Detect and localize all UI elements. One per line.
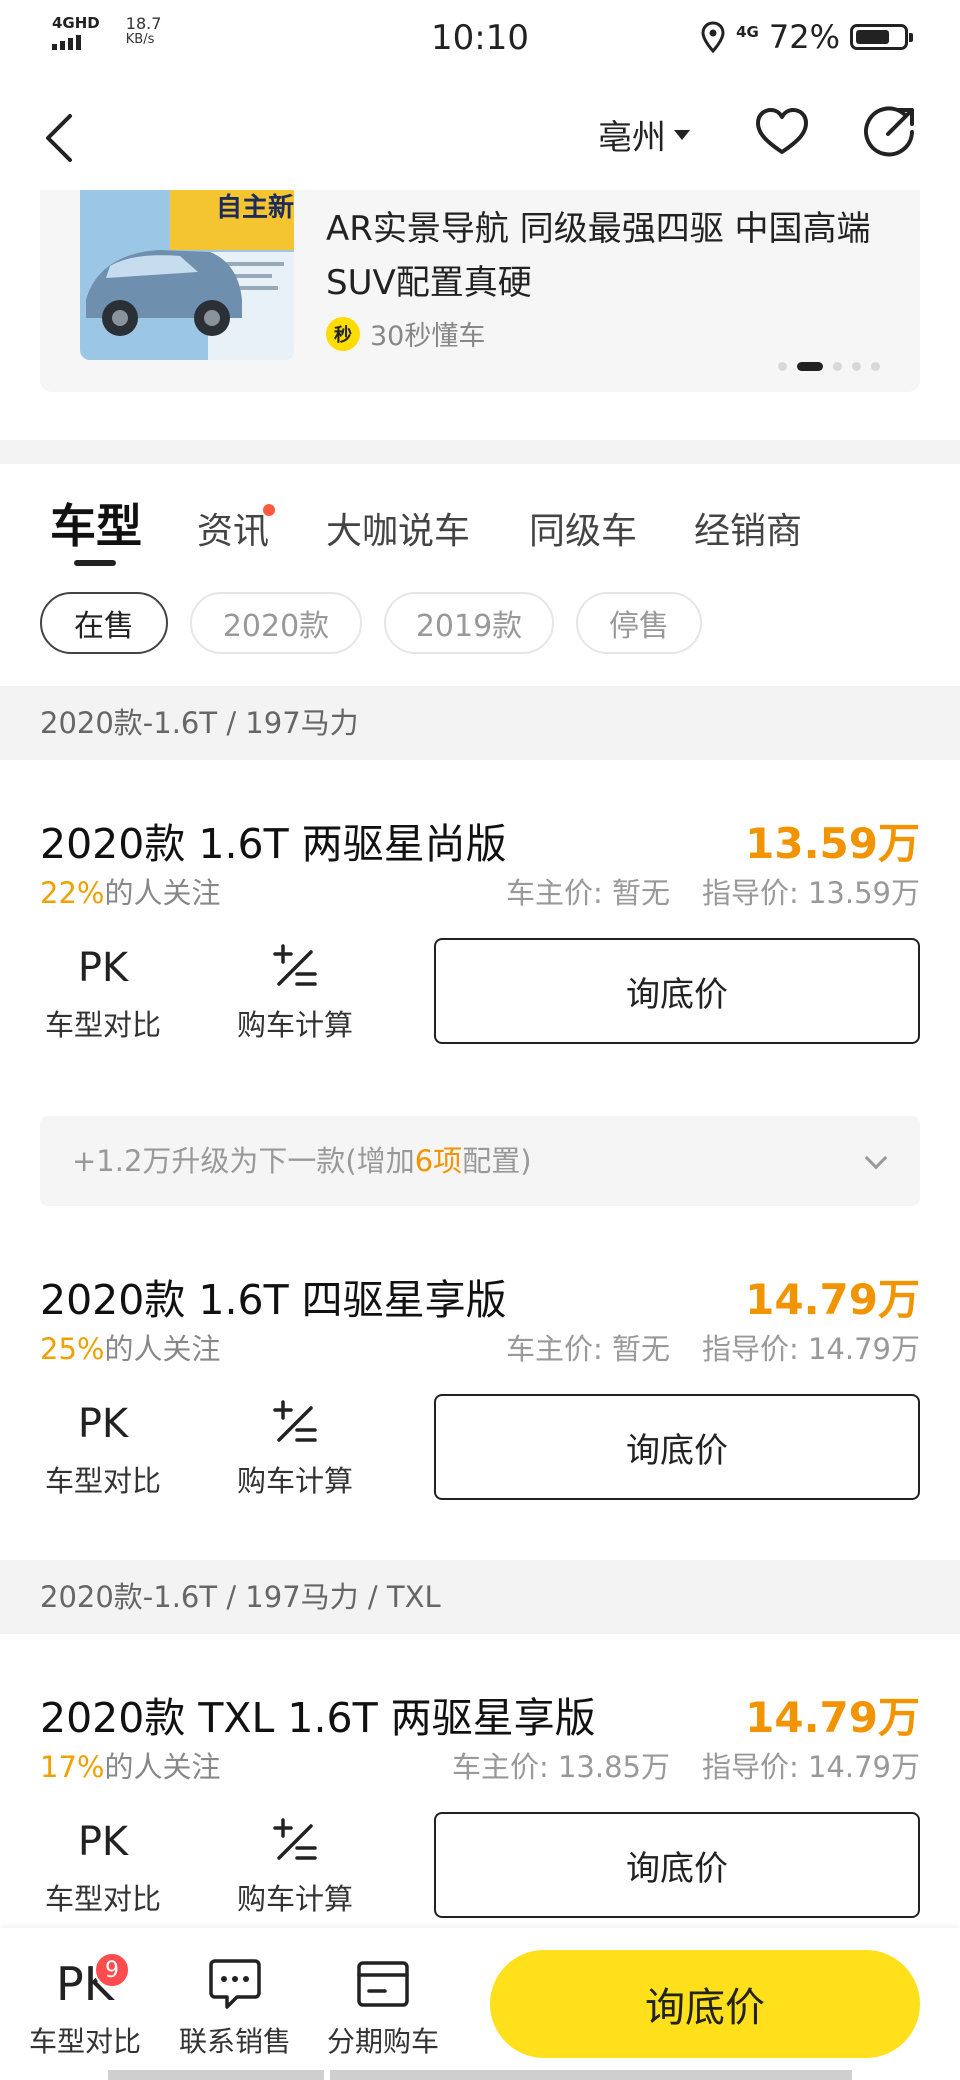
share-button[interactable] xyxy=(860,102,920,162)
battery-percent: 72% xyxy=(768,18,840,56)
group-header: 2020款-1.6T / 197马力 xyxy=(0,686,960,760)
city-label: 亳州 xyxy=(598,118,666,158)
chevron-down-icon xyxy=(864,1146,888,1170)
calculator-button[interactable]: 购车计算 xyxy=(230,1396,360,1500)
attention-text: 25%的人关注 xyxy=(40,1332,221,1366)
compare-button[interactable]: PK 车型对比 xyxy=(38,1814,168,1918)
svg-text:自主新标: 自主新标 xyxy=(216,192,294,223)
nav-indicator xyxy=(330,2070,852,2080)
tab-expert-reviews[interactable]: 大咖说车 xyxy=(326,502,470,554)
owner-price: 车主价: 暂无 xyxy=(505,876,670,910)
trim-price: 14.79万 xyxy=(745,1275,920,1324)
filter-2020[interactable]: 2020款 xyxy=(190,592,362,654)
trim-name: 2020款 1.6T 四驱星享版 xyxy=(40,1276,507,1324)
pk-icon: PK xyxy=(77,1401,129,1447)
caret-down-icon xyxy=(674,129,690,140)
owner-price: 车主价: 暂无 xyxy=(505,1332,670,1366)
attention-text: 17%的人关注 xyxy=(40,1750,221,1784)
carousel-dot xyxy=(833,362,842,371)
pk-icon: PK xyxy=(56,1957,114,2011)
city-selector[interactable]: 亳州 xyxy=(598,110,690,159)
tab-dealers[interactable]: 经销商 xyxy=(694,502,802,554)
price-details: 车主价: 13.85万 指导价: 14.79万 xyxy=(452,1744,920,1786)
trim-name: 2020款 TXL 1.6T 两驱星享版 xyxy=(40,1694,596,1742)
compare-button[interactable]: PK 车型对比 xyxy=(38,940,168,1044)
carousel-dots xyxy=(778,362,880,371)
article-card[interactable]: 自主新标 AR实景导航 同级最强四驱 中国高端SUV配置真硬 秒 30秒懂车 xyxy=(40,190,920,392)
back-arrow-icon xyxy=(46,114,72,162)
active-tab-indicator xyxy=(74,560,116,566)
calculator-icon xyxy=(230,1814,360,1870)
carousel-dot-active xyxy=(797,362,823,371)
chat-icon xyxy=(170,1954,300,2014)
share-icon xyxy=(864,106,914,157)
back-button[interactable] xyxy=(36,106,92,166)
bottom-inquiry-button[interactable]: 询底价 xyxy=(490,1950,920,2058)
inquiry-button[interactable]: 询底价 xyxy=(434,938,920,1044)
unread-dot xyxy=(263,504,275,516)
calculator-button[interactable]: 购车计算 xyxy=(230,1814,360,1918)
pk-icon: PK xyxy=(77,1819,129,1865)
guide-price: 指导价: 14.79万 xyxy=(701,1750,920,1784)
tab-models[interactable]: 车型 xyxy=(50,490,142,556)
trim-name: 2020款 1.6T 两驱星尚版 xyxy=(40,820,507,868)
nav-indicator xyxy=(108,2070,324,2080)
carousel-dot xyxy=(871,362,880,371)
group-header: 2020款-1.6T / 197马力 / TXL xyxy=(0,1560,960,1634)
bottom-action-bar: PK 9 车型对比 联系销售 分期购车 询底价 xyxy=(0,1928,960,2080)
trim-item[interactable]: 2020款 1.6T 四驱星享版 14.79万 25%的人关注 车主价: 暂无指… xyxy=(0,1266,960,1566)
guide-price: 指导价: 13.59万 xyxy=(701,876,920,910)
installment-button[interactable]: 分期购车 xyxy=(318,1954,448,2060)
filter-2019[interactable]: 2019款 xyxy=(384,592,554,654)
section-divider xyxy=(0,440,960,464)
compare-button[interactable]: PK 车型对比 xyxy=(38,1396,168,1500)
tab-competitors[interactable]: 同级车 xyxy=(529,502,637,554)
calculator-button[interactable]: 购车计算 xyxy=(230,940,360,1044)
status-bar: 4GHD 18.7 KB/s 10:10 4G 72% xyxy=(0,0,960,76)
device-status: 4G 72% xyxy=(700,18,913,56)
article-source: 秒 30秒懂车 xyxy=(326,314,485,353)
inquiry-button[interactable]: 询底价 xyxy=(434,1812,920,1918)
trim-item[interactable]: 2020款 1.6T 两驱星尚版 13.59万 22%的人关注 车主价: 暂无指… xyxy=(0,810,960,1110)
battery-icon xyxy=(850,24,913,50)
filter-on-sale[interactable]: 在售 xyxy=(40,592,168,654)
source-name: 30秒懂车 xyxy=(370,321,486,352)
tab-news[interactable]: 资讯 xyxy=(197,502,269,554)
guide-price: 指导价: 14.79万 xyxy=(701,1332,920,1366)
compare-count-badge: 9 xyxy=(94,1952,130,1988)
favorite-button[interactable] xyxy=(752,102,812,162)
contact-sales-button[interactable]: 联系销售 xyxy=(170,1954,300,2060)
tab-bar: 车型 资讯 大咖说车 同级车 经销商 xyxy=(0,480,960,570)
trim-price: 13.59万 xyxy=(745,819,920,868)
calculator-icon xyxy=(230,940,360,996)
source-logo-icon: 秒 xyxy=(326,316,360,351)
calculator-icon xyxy=(230,1396,360,1452)
inquiry-button[interactable]: 询底价 xyxy=(434,1394,920,1500)
upgrade-hint[interactable]: +1.2万升级为下一款(增加6项配置) xyxy=(40,1116,920,1206)
attention-text: 22%的人关注 xyxy=(40,876,221,910)
article-title: AR实景导航 同级最强四驱 中国高端SUV配置真硬 xyxy=(326,209,871,303)
card-icon xyxy=(318,1954,448,2014)
price-details: 车主价: 暂无 指导价: 14.79万 xyxy=(506,1326,920,1368)
pk-icon: PK xyxy=(77,945,129,991)
filter-discontinued[interactable]: 停售 xyxy=(576,592,702,654)
price-details: 车主价: 暂无 指导价: 13.59万 xyxy=(506,870,920,912)
location-icon xyxy=(701,21,725,53)
article-thumbnail: 自主新标 xyxy=(80,190,294,360)
bottom-compare-button[interactable]: PK 9 车型对比 xyxy=(20,1952,150,2060)
nav-header: 亳州 xyxy=(0,96,960,176)
signal-type: 4G xyxy=(736,22,759,41)
carousel-dot xyxy=(852,362,861,371)
trim-price: 14.79万 xyxy=(745,1693,920,1742)
heart-icon xyxy=(756,108,808,154)
owner-price: 车主价: 13.85万 xyxy=(451,1750,670,1784)
carousel-dot xyxy=(778,362,787,371)
